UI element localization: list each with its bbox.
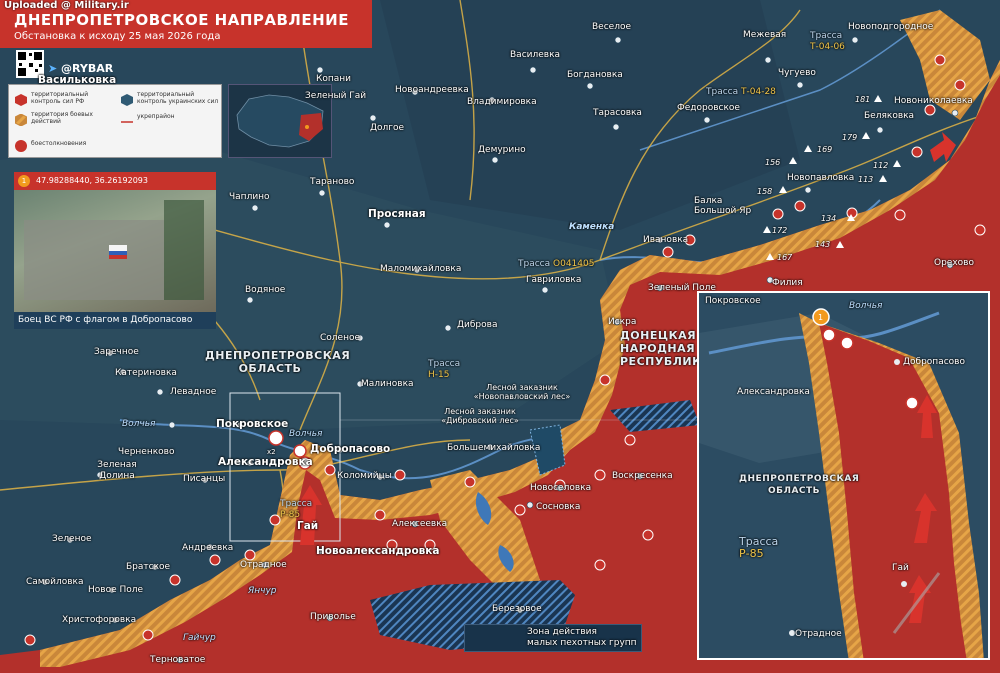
combat-hex-icon xyxy=(14,111,28,127)
upload-watermark: Uploaded @ Military.ir xyxy=(4,0,129,11)
detail-inset: 1 Покровское Волчья Добропасово Александ… xyxy=(697,291,990,660)
legend-clashes: боестолкновения xyxy=(31,140,87,147)
legend-ru-control: территориальный контроль сил РФ xyxy=(31,91,89,105)
clash-icon xyxy=(15,137,27,152)
zone-legend-line1: Зона действия xyxy=(527,627,597,637)
zone-legend-line2: малых пехотных групп xyxy=(527,638,637,648)
infantry-zone-legend: Зона действия малых пехотных групп xyxy=(464,624,642,652)
telegram-icon: ➤ xyxy=(48,62,62,75)
map-subtitle: Обстановка к исходу 25 мая 2026 года xyxy=(14,31,221,42)
coords-text: 47.98288440, 36.26192093 xyxy=(36,176,148,185)
brand-label: ➤ @RYBAR xyxy=(48,62,113,75)
legend-fortified: укрепрайон xyxy=(137,113,175,120)
legend-panel: территориальный контроль сил РФ территор… xyxy=(8,84,222,158)
brand-text: @RYBAR xyxy=(61,62,114,75)
fortified-line-icon xyxy=(121,113,133,125)
map-title: ДНЕПРОПЕТРОВСКОЕ НАПРАВЛЕНИЕ xyxy=(14,11,349,29)
photo-coordinates: 1 47.98288440, 36.26192093 xyxy=(14,172,216,190)
photo-marker-icon: 1 xyxy=(18,174,30,187)
legend-combat: территория боевых действий xyxy=(31,111,93,125)
photo-caption: Боец ВС РФ с флагом в Добропасово xyxy=(14,312,216,329)
qr-code-icon xyxy=(16,50,44,78)
drone-photo xyxy=(14,190,216,312)
ru-hex-icon xyxy=(15,91,27,106)
ukraine-inset-map xyxy=(228,84,332,158)
legend-ua-control: территориальный контроль украинских сил xyxy=(137,91,219,105)
detail-canvas xyxy=(699,293,988,658)
map-stage: ДНЕПРОПЕТРОВСКОЕ НАПРАВЛЕНИЕ Обстановка … xyxy=(0,0,1000,673)
ua-hex-icon xyxy=(121,91,133,106)
